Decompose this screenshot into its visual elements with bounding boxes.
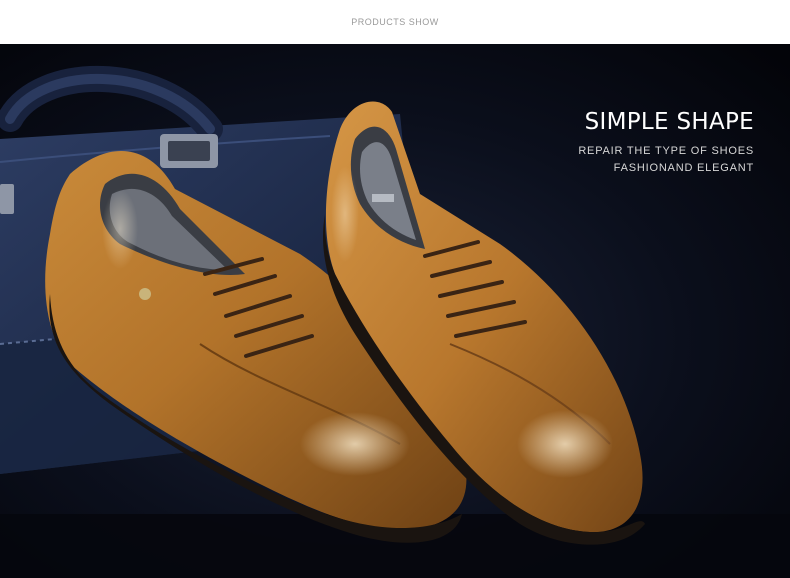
hero-subline-2: FASHIONAND ELEGANT — [613, 162, 754, 174]
hero-headline-block: SIMPLE SHAPE REPAIR THE TYPE OF SHOES FA… — [578, 108, 754, 175]
product-detail-page: PRODUCTS SHOW SIMPLE SHAPE REPAIR THE TY… — [0, 0, 790, 578]
hero-title: SIMPLE SHAPE — [584, 109, 754, 135]
section-header: PRODUCTS SHOW — [0, 0, 790, 44]
hero-subline-1: REPAIR THE TYPE OF SHOES — [578, 145, 754, 157]
section-label: PRODUCTS SHOW — [351, 17, 439, 27]
product-hero-banner: SIMPLE SHAPE REPAIR THE TYPE OF SHOES FA… — [0, 44, 790, 578]
